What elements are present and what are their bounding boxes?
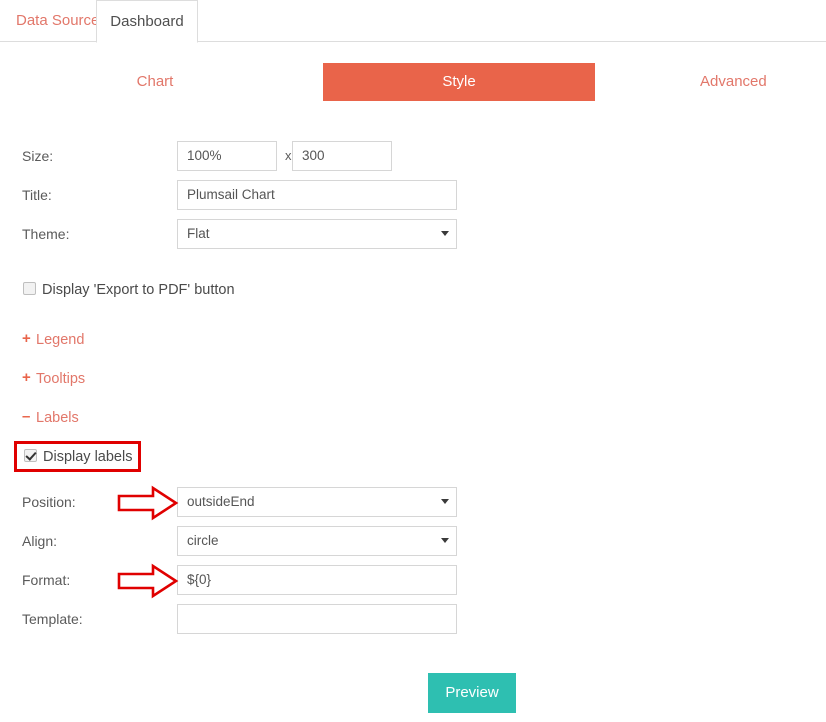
align-label: Align: (22, 533, 58, 549)
display-labels-label: Display labels (43, 449, 133, 465)
minus-icon: – (22, 408, 31, 425)
position-label: Position: (22, 494, 76, 510)
form-row-title: Title: Plumsail Chart (0, 180, 826, 210)
export-pdf-label: Display 'Export to PDF' button (42, 282, 235, 298)
template-label: Template: (22, 611, 83, 627)
display-labels-checkbox[interactable] (24, 449, 37, 462)
section-toggle-legend[interactable]: + Legend (22, 328, 84, 352)
format-label: Format: (22, 572, 71, 588)
chevron-down-icon (441, 538, 449, 543)
section-labels-label: Labels (36, 410, 79, 426)
style-settings-form: Size: 100% x 300 Title: Plumsail Chart T… (0, 0, 826, 722)
form-row-export-pdf: Display 'Export to PDF' button (0, 276, 826, 304)
align-select[interactable]: circle (177, 526, 457, 556)
form-row-template: Template: (0, 604, 826, 634)
size-separator: x (285, 148, 292, 163)
form-row-theme: Theme: Flat (0, 219, 826, 249)
form-row-align: Align: circle (0, 526, 826, 556)
form-row-size: Size: 100% x 300 (0, 141, 826, 171)
plus-icon: + (22, 330, 31, 347)
theme-label: Theme: (22, 226, 70, 242)
section-legend-label: Legend (36, 332, 85, 348)
size-width-input[interactable]: 100% (177, 141, 277, 171)
title-input[interactable]: Plumsail Chart (177, 180, 457, 210)
chevron-down-icon (441, 499, 449, 504)
position-select[interactable]: outsideEnd (177, 487, 457, 517)
preview-button[interactable]: Preview (428, 673, 516, 713)
annotation-arrow-format-icon (117, 563, 179, 599)
template-input[interactable] (177, 604, 457, 634)
export-pdf-checkbox[interactable] (23, 282, 36, 295)
tab-dashboard[interactable]: Dashboard (96, 0, 198, 43)
section-toggle-labels[interactable]: – Labels (22, 406, 79, 430)
plus-icon: + (22, 369, 31, 386)
section-tooltips-label: Tooltips (36, 371, 86, 387)
size-label: Size: (22, 148, 54, 164)
tab-dashboard-label: Dashboard (110, 13, 184, 30)
annotation-arrow-position-icon (117, 485, 179, 521)
theme-select[interactable]: Flat (177, 219, 457, 249)
section-toggle-tooltips[interactable]: + Tooltips (22, 367, 85, 391)
format-input[interactable]: ${0} (177, 565, 457, 595)
title-label: Title: (22, 187, 52, 203)
chevron-down-icon (441, 231, 449, 236)
size-height-input[interactable]: 300 (292, 141, 392, 171)
